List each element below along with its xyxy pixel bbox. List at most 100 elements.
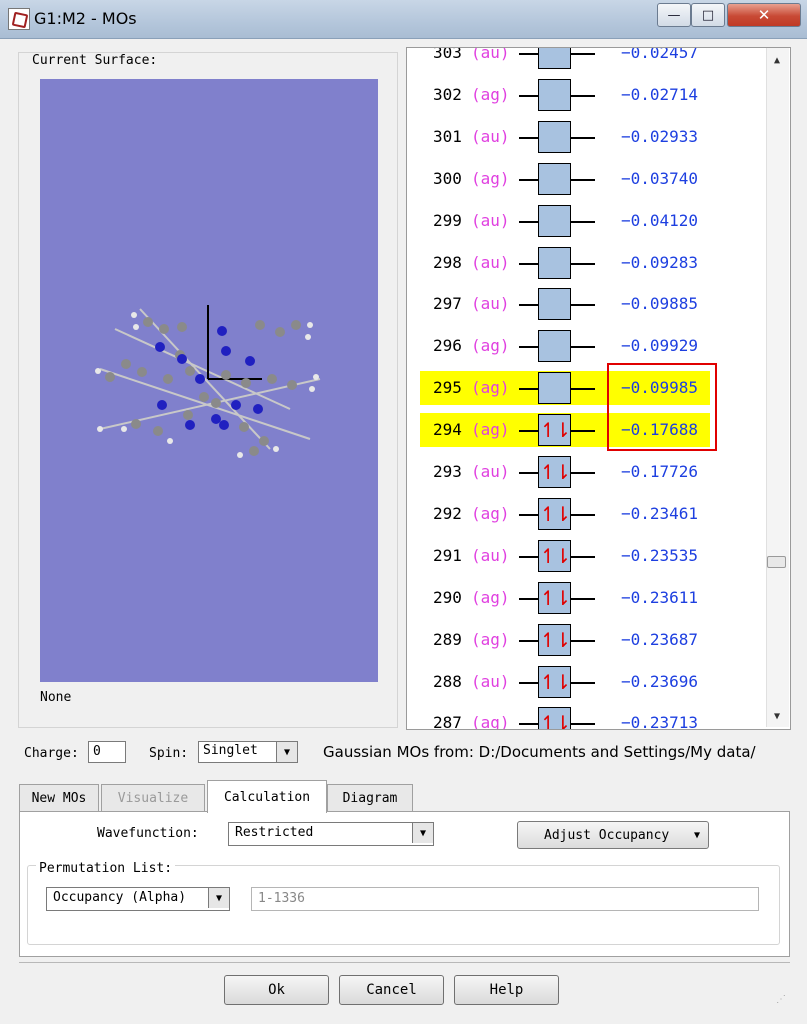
mo-occupancy-box[interactable]: ↿⇂ bbox=[538, 581, 571, 614]
mo-number: 298 bbox=[433, 252, 462, 272]
gaussian-source-path: Gaussian MOs from: D:/Documents and Sett… bbox=[323, 743, 756, 761]
mo-energy: −0.23611 bbox=[621, 587, 699, 607]
dropdown-arrow-icon: ▼ bbox=[693, 829, 700, 841]
molecule-image bbox=[95, 305, 321, 458]
spin-value: Singlet bbox=[203, 743, 258, 758]
app-icon bbox=[8, 8, 30, 30]
orbital-range-input[interactable]: 1-1336 bbox=[251, 887, 759, 911]
mo-row[interactable]: 298 (au) −0.09283 bbox=[407, 244, 767, 284]
scroll-thumb[interactable] bbox=[767, 556, 786, 568]
mo-number: 288 bbox=[433, 671, 462, 691]
mo-occupancy-box[interactable] bbox=[538, 288, 571, 321]
mo-number: 289 bbox=[433, 629, 462, 649]
mo-occupancy-box[interactable] bbox=[538, 48, 571, 69]
mo-occupancy-box[interactable]: ↿⇂ bbox=[538, 539, 571, 572]
mo-symmetry: (ag) bbox=[471, 503, 510, 523]
mo-number: 296 bbox=[433, 336, 462, 356]
mo-energy: −0.23535 bbox=[621, 545, 699, 565]
mo-occupancy-box[interactable] bbox=[538, 372, 571, 405]
mo-symmetry: (ag) bbox=[471, 84, 510, 104]
mo-row[interactable]: 296 (ag) −0.09929 bbox=[407, 327, 767, 367]
adjust-occupancy-button[interactable]: Adjust Occupancy ▼ bbox=[517, 821, 709, 849]
mo-row[interactable]: 299 (au) −0.04120 bbox=[407, 202, 767, 242]
mo-occupancy-box[interactable]: ↿⇂ bbox=[538, 497, 571, 530]
mo-number: 301 bbox=[433, 126, 462, 146]
mo-symmetry: (ag) bbox=[471, 629, 510, 649]
mo-occupancy-box[interactable]: ↿⇂ bbox=[538, 707, 571, 729]
mo-row[interactable]: 292 (ag) ↿⇂ −0.23461 bbox=[407, 495, 767, 535]
mo-number: 297 bbox=[433, 294, 462, 314]
scroll-up-arrow-icon[interactable]: ▲ bbox=[768, 52, 786, 68]
mo-occupancy-box[interactable]: ↿⇂ bbox=[538, 456, 571, 488]
molecule-viewport[interactable] bbox=[40, 79, 378, 682]
electron-pair-icon: ↿⇂ bbox=[539, 585, 571, 610]
mo-row[interactable]: 301 (au) −0.02933 bbox=[407, 118, 767, 158]
mo-occupancy-box[interactable] bbox=[538, 204, 571, 237]
mo-energy: −0.03740 bbox=[621, 168, 699, 188]
dropdown-arrow-icon[interactable]: ▼ bbox=[276, 742, 297, 762]
mo-row[interactable]: 289 (ag) ↿⇂ −0.23687 bbox=[407, 621, 767, 661]
mo-number: 303 bbox=[433, 47, 462, 62]
mo-energy: −0.09885 bbox=[621, 294, 699, 314]
mo-row[interactable]: 297 (au) −0.09885 bbox=[407, 285, 767, 325]
mo-row[interactable]: 300 (ag) −0.03740 bbox=[407, 160, 767, 200]
ok-button[interactable]: Ok bbox=[224, 975, 329, 1005]
mo-occupancy-box[interactable] bbox=[538, 78, 571, 111]
charge-input[interactable]: 0 bbox=[88, 741, 126, 763]
mo-symmetry: (au) bbox=[471, 671, 510, 691]
mo-energy: −0.23461 bbox=[621, 503, 699, 523]
mo-row[interactable]: 303 (au) −0.02457 bbox=[407, 47, 767, 74]
mo-number: 290 bbox=[433, 587, 462, 607]
mo-number: 300 bbox=[433, 168, 462, 188]
tab-calculation[interactable]: Calculation bbox=[207, 780, 327, 813]
mo-symmetry: (au) bbox=[471, 47, 510, 62]
mo-row[interactable]: 291 (au) ↿⇂ −0.23535 bbox=[407, 537, 767, 577]
mo-occupancy-box[interactable] bbox=[538, 162, 571, 195]
window-title: G1:M2 - MOs bbox=[34, 9, 137, 28]
tab-new-mos[interactable]: New MOs bbox=[19, 784, 99, 811]
dropdown-arrow-icon[interactable]: ▼ bbox=[208, 888, 229, 908]
wavefunction-select[interactable]: Restricted ▼ bbox=[228, 822, 434, 846]
dropdown-arrow-icon[interactable]: ▼ bbox=[412, 823, 433, 843]
mo-occupancy-box[interactable]: ↿⇂ bbox=[538, 414, 571, 447]
mo-energy: −0.02457 bbox=[621, 47, 699, 62]
mo-symmetry: (au) bbox=[471, 462, 510, 481]
mo-row[interactable]: 288 (au) ↿⇂ −0.23696 bbox=[407, 663, 767, 703]
tab-diagram[interactable]: Diagram bbox=[327, 784, 413, 811]
cancel-button[interactable]: Cancel bbox=[339, 975, 444, 1005]
mo-occupancy-box[interactable] bbox=[538, 330, 571, 363]
mo-energy: −0.09929 bbox=[621, 336, 699, 356]
close-button[interactable]: ✕ bbox=[727, 3, 801, 27]
resize-grip-icon[interactable]: ⋰ bbox=[776, 994, 790, 1008]
tab-visualize[interactable]: Visualize bbox=[101, 784, 205, 811]
mo-energy: −0.04120 bbox=[621, 210, 699, 230]
mo-row[interactable]: 287 (ag) ↿⇂ −0.23713 bbox=[407, 704, 767, 729]
mo-symmetry: (au) bbox=[471, 545, 510, 565]
mo-row[interactable]: 293 (au) ↿⇂ −0.17726 bbox=[407, 453, 767, 493]
adjust-occupancy-label: Adjust Occupancy bbox=[544, 827, 670, 843]
mo-list-scrollbar[interactable] bbox=[766, 48, 789, 727]
permutation-list-label: Permutation List: bbox=[36, 861, 176, 876]
mo-occupancy-box[interactable] bbox=[538, 120, 571, 153]
mo-symmetry: (ag) bbox=[471, 420, 510, 440]
help-button[interactable]: Help bbox=[454, 975, 559, 1005]
mo-symmetry: (ag) bbox=[471, 378, 510, 398]
mo-row[interactable]: 302 (ag) −0.02714 bbox=[407, 76, 767, 116]
occupancy-select[interactable]: Occupancy (Alpha) ▼ bbox=[46, 887, 230, 911]
mo-row[interactable]: 290 (ag) ↿⇂ −0.23611 bbox=[407, 579, 767, 619]
mo-occupancy-box[interactable] bbox=[538, 246, 571, 279]
mo-energy: −0.09283 bbox=[621, 252, 699, 272]
mo-symmetry: (au) bbox=[471, 294, 510, 314]
mo-symmetry: (ag) bbox=[471, 336, 510, 356]
mo-number: 295 bbox=[433, 378, 462, 398]
electron-pair-icon: ↿⇂ bbox=[539, 669, 571, 694]
mo-number: 291 bbox=[433, 545, 462, 565]
mo-occupancy-box[interactable]: ↿⇂ bbox=[538, 623, 571, 656]
mo-number: 293 bbox=[433, 462, 462, 481]
maximize-button[interactable]: □ bbox=[691, 3, 725, 27]
scroll-down-arrow-icon[interactable]: ▼ bbox=[768, 708, 786, 724]
mo-list-panel[interactable]: 303 (au) −0.02457 302 (ag) −0.02714 301 (au) −0.… bbox=[406, 47, 791, 730]
spin-select[interactable]: Singlet ▼ bbox=[198, 741, 298, 763]
mo-occupancy-box[interactable]: ↿⇂ bbox=[538, 665, 571, 698]
minimize-button[interactable]: — bbox=[657, 3, 691, 27]
